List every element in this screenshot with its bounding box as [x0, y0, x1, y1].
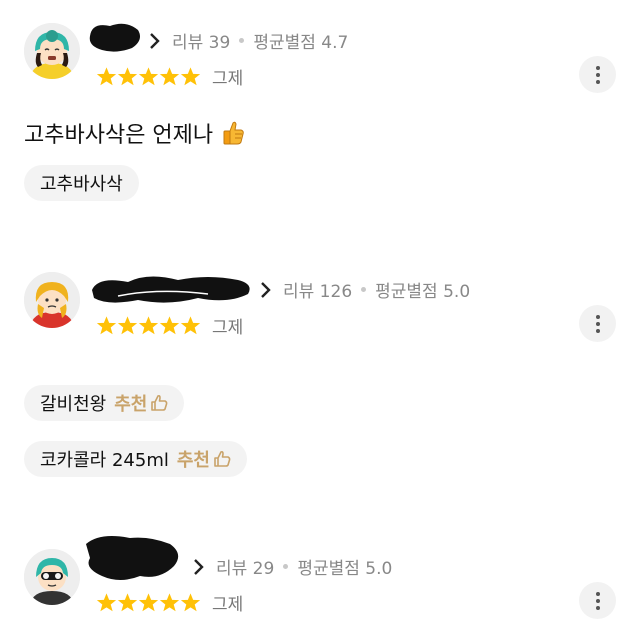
- star-icon: [180, 592, 201, 613]
- more-dot: [595, 79, 600, 84]
- chevron-right-icon: [192, 558, 206, 576]
- menu-chip[interactable]: 갈비천왕 추천: [24, 385, 185, 421]
- star-icon: [96, 66, 117, 87]
- redacted-username: [89, 23, 140, 52]
- redacted-username: [86, 536, 179, 580]
- more-options-button[interactable]: [579, 56, 616, 93]
- thumbs-up-outline-icon: [214, 450, 231, 467]
- rating-stars: 그제: [96, 64, 243, 89]
- review-date: 그제: [212, 595, 244, 615]
- star-icon: [138, 592, 159, 613]
- chevron-right-icon: [148, 32, 162, 50]
- menu-item-name: 코카콜라 245ml: [40, 450, 169, 471]
- separator-dot: [239, 38, 245, 43]
- avg-rating: 평균별점 5.0: [297, 559, 393, 579]
- review-count: 리뷰 126: [283, 282, 353, 302]
- more-dot: [595, 591, 600, 596]
- star-icon: [138, 66, 159, 87]
- avatar[interactable]: [24, 272, 80, 328]
- menu-chip[interactable]: 코카콜라 245ml 추천: [24, 441, 247, 477]
- more-options-button[interactable]: [579, 305, 616, 342]
- menu-item-name: 고추바사삭: [40, 174, 123, 195]
- star-icon: [159, 66, 180, 87]
- star-icon: [96, 315, 117, 336]
- avg-rating: 평균별점 5.0: [375, 282, 471, 302]
- more-options-button[interactable]: [579, 582, 616, 619]
- star-icon: [117, 66, 138, 87]
- reviewer-stats[interactable]: 리뷰 39 평균별점 4.7: [148, 28, 348, 53]
- star-icon: [117, 592, 138, 613]
- review-date: 그제: [212, 318, 244, 338]
- review-text-body: 고추바사삭은 언제나: [24, 123, 214, 148]
- recommend-label: 추천: [114, 394, 148, 415]
- star-icon: [180, 315, 201, 336]
- menu-chip[interactable]: 고추바사삭: [24, 165, 139, 201]
- reviewer-stats[interactable]: 리뷰 126 평균별점 5.0: [259, 277, 470, 302]
- star-icon: [180, 66, 201, 87]
- avg-rating: 평균별점 4.7: [253, 33, 349, 53]
- rating-stars: 그제: [96, 590, 243, 615]
- menu-item-name: 갈비천왕: [40, 394, 107, 415]
- star-icon: [138, 315, 159, 336]
- star-icon: [159, 315, 180, 336]
- thumbs-up-icon: [223, 121, 244, 145]
- more-dot: [595, 314, 600, 319]
- more-dot: [595, 321, 600, 326]
- review-count: 리뷰 39: [172, 33, 231, 53]
- review-date: 그제: [212, 69, 244, 89]
- star-icon: [96, 592, 117, 613]
- more-dot: [595, 65, 600, 70]
- recommend-label: 추천: [176, 450, 210, 471]
- more-dot: [595, 328, 600, 333]
- separator-dot: [361, 287, 367, 292]
- reviewer-stats[interactable]: 리뷰 29 평균별점 5.0: [192, 554, 392, 579]
- review-count: 리뷰 29: [216, 559, 275, 579]
- avatar[interactable]: [24, 549, 80, 605]
- chevron-right-icon: [259, 281, 273, 299]
- redacted-username: [92, 276, 250, 303]
- thumbs-up-outline-icon: [151, 394, 168, 411]
- recommend-badge: 추천: [177, 446, 231, 472]
- rating-stars: 그제: [96, 313, 243, 338]
- star-icon: [117, 315, 138, 336]
- review-text: 고추바사삭은 언제나: [24, 117, 245, 149]
- star-icon: [159, 592, 180, 613]
- avatar[interactable]: [24, 23, 80, 79]
- separator-dot: [283, 564, 289, 569]
- more-dot: [595, 598, 600, 603]
- recommend-badge: 추천: [114, 390, 168, 416]
- more-dot: [595, 605, 600, 610]
- more-dot: [595, 72, 600, 77]
